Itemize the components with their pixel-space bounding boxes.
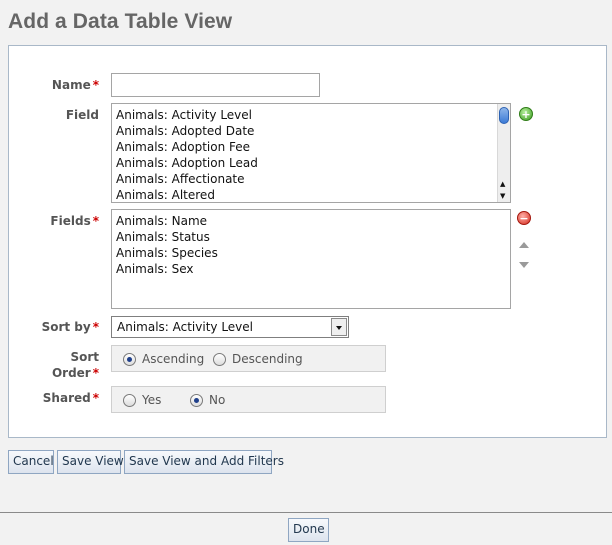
cancel-button[interactable]: Cancel — [8, 450, 54, 474]
shared-radio-group: Yes No — [111, 386, 386, 413]
radio-label: Yes — [142, 393, 162, 407]
field-listbox[interactable]: Animals: Activity Level Animals: Adopted… — [111, 103, 511, 203]
radio-checked-icon[interactable] — [123, 352, 136, 366]
add-field-icon[interactable]: + — [519, 107, 533, 121]
sort-ascending-radio[interactable]: Ascending — [123, 351, 204, 367]
sort-by-value: Animals: Activity Level — [117, 320, 254, 334]
required-marker: * — [92, 78, 99, 92]
save-view-button[interactable]: Save View — [57, 450, 124, 474]
list-item[interactable]: Animals: Species — [112, 245, 510, 261]
radio-unchecked-icon[interactable] — [123, 393, 136, 407]
page-title: Add a Data Table View — [8, 10, 233, 33]
name-input[interactable] — [111, 73, 320, 97]
required-marker: * — [92, 391, 99, 405]
list-item[interactable]: Animals: Activity Level — [112, 107, 510, 123]
scroll-down-arrow-icon[interactable]: ▼ — [500, 192, 505, 200]
radio-unchecked-icon[interactable] — [213, 352, 226, 366]
sort-descending-radio[interactable]: Descending — [213, 351, 303, 367]
sort-by-label-text: Sort by — [41, 320, 91, 334]
sort-order-label-line2: Order — [51, 366, 91, 380]
radio-label: Ascending — [142, 352, 205, 366]
radio-checked-icon[interactable] — [190, 393, 203, 407]
sort-by-select[interactable]: Animals: Activity Level — [111, 316, 349, 338]
required-marker: * — [92, 214, 99, 228]
scrollbar-thumb[interactable] — [499, 107, 509, 124]
list-item[interactable]: Animals: Adoption Fee — [112, 139, 510, 155]
list-item[interactable]: Animals: Adoption Lead — [112, 155, 510, 171]
scroll-up-arrow-icon[interactable]: ▲ — [500, 180, 505, 188]
list-item[interactable]: Animals: Affectionate — [112, 171, 510, 187]
save-view-and-add-filters-button[interactable]: Save View and Add Filters — [124, 450, 284, 474]
field-label: Field — [65, 108, 99, 122]
list-item[interactable]: Animals: Adopted Date — [112, 123, 510, 139]
done-button[interactable]: Done — [288, 518, 329, 542]
remove-field-icon[interactable]: − — [517, 211, 531, 225]
shared-no-radio[interactable]: No — [190, 392, 225, 408]
chevron-down-icon[interactable] — [331, 318, 347, 336]
sort-by-label: Sort by * — [9, 319, 99, 335]
list-item[interactable]: Animals: Name — [112, 213, 510, 229]
radio-label: No — [209, 393, 226, 407]
move-down-icon[interactable] — [519, 262, 529, 268]
move-up-icon[interactable] — [519, 242, 529, 248]
sort-order-radio-group: Ascending Descending — [111, 345, 386, 372]
radio-label: Descending — [232, 352, 303, 366]
form-panel: Name * Field Animals: Activity Level Anim… — [8, 45, 607, 438]
name-label-text: Name — [51, 78, 91, 92]
list-item[interactable]: Animals: Altered — [112, 187, 510, 202]
required-marker: * — [92, 320, 99, 334]
shared-yes-radio[interactable]: Yes — [123, 392, 161, 408]
name-label: Name * — [9, 77, 99, 93]
sort-order-label-line1: Sort — [70, 350, 99, 364]
fields-label-text: Fields — [50, 214, 91, 228]
list-item[interactable]: Animals: Status — [112, 229, 510, 245]
list-item[interactable]: Animals: Sex — [112, 261, 510, 277]
fields-label: Fields * — [9, 213, 99, 229]
shared-label: Shared * — [9, 390, 99, 406]
sort-order-label: Sort Order * — [9, 349, 99, 381]
field-listbox-scrollbar[interactable]: ▲ ▼ — [497, 104, 510, 202]
required-marker: * — [92, 366, 99, 380]
footer-divider — [0, 512, 612, 513]
fields-listbox[interactable]: Animals: Name Animals: Status Animals: S… — [111, 209, 511, 309]
shared-label-text: Shared — [42, 391, 91, 405]
